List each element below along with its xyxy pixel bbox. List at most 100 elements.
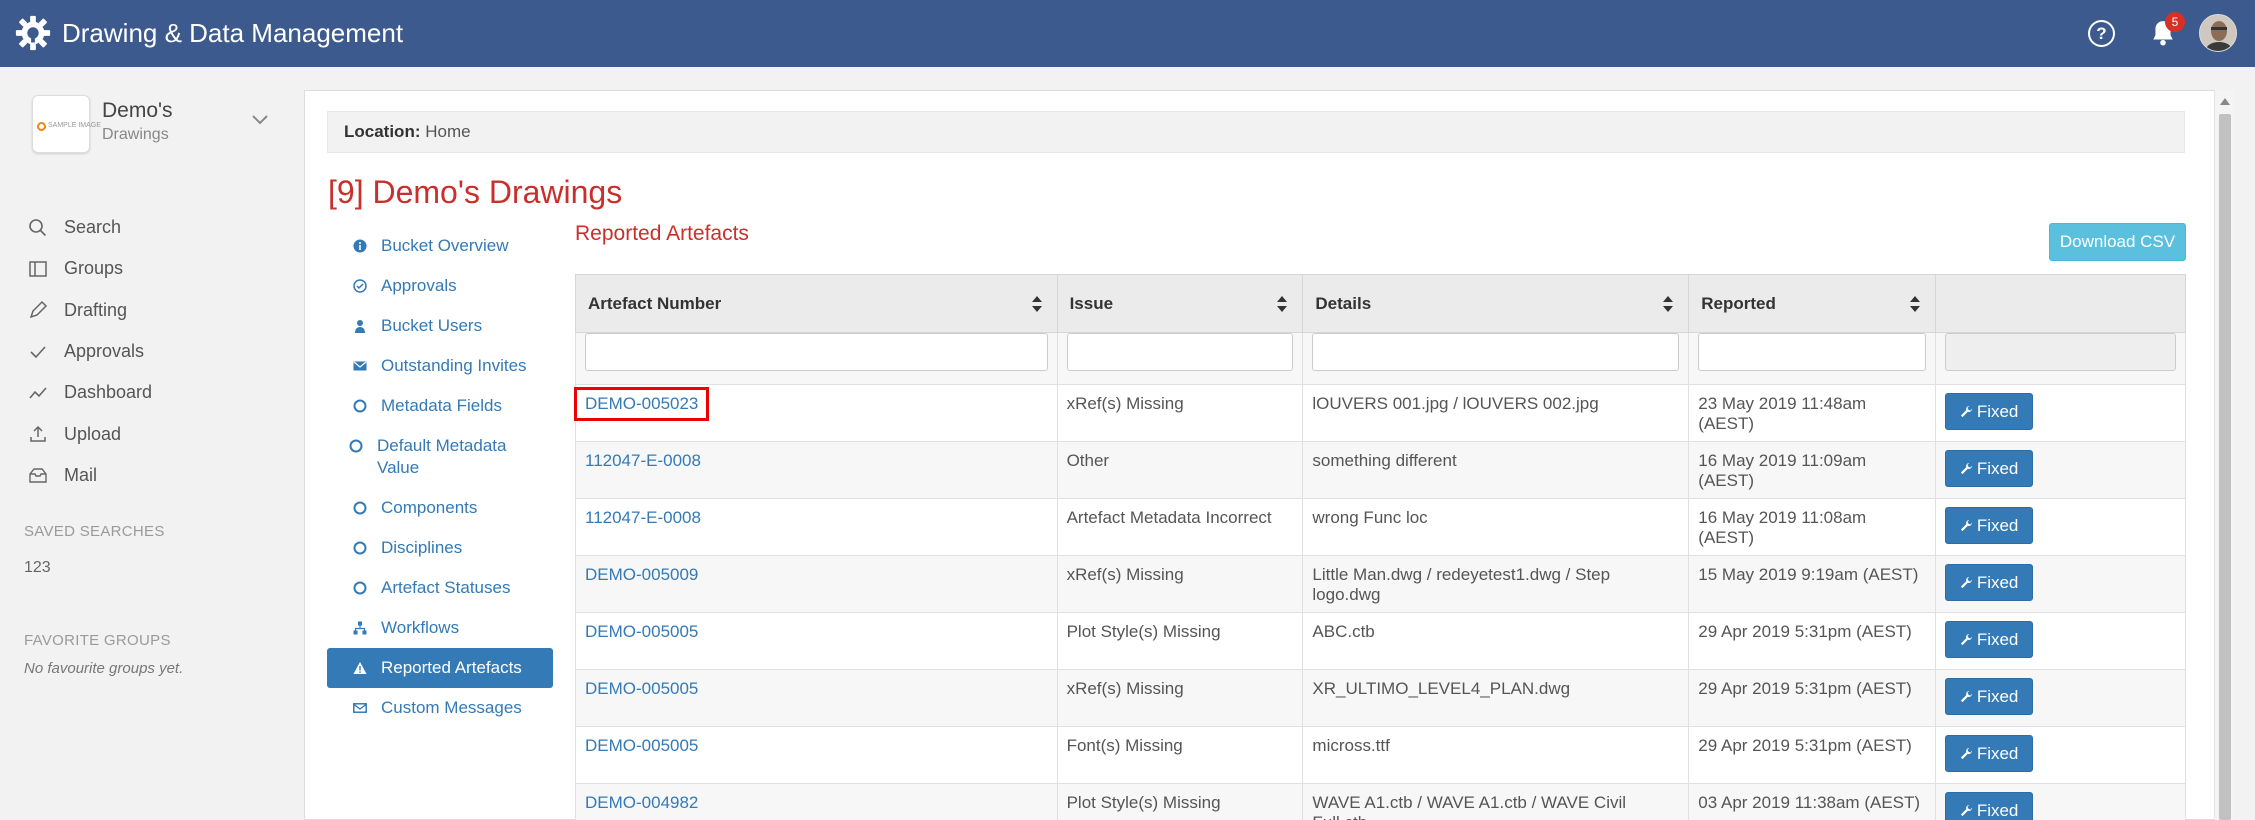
subnav-label: Custom Messages [381, 698, 522, 717]
fixed-button-label: Fixed [1976, 743, 2019, 763]
filter-artefact-number-input[interactable] [585, 333, 1048, 371]
subnav-bucket-overview[interactable]: Bucket Overview [327, 226, 553, 266]
fixed-button[interactable]: Fixed [1945, 564, 2034, 601]
subnav-bucket-users[interactable]: Bucket Users [327, 306, 553, 346]
issue-cell: xRef(s) Missing [1066, 565, 1184, 584]
location-label: Location: [344, 122, 421, 141]
avatar[interactable] [2199, 14, 2237, 52]
nav-upload[interactable]: Upload [28, 413, 152, 454]
bucket-subtitle: Drawings [102, 126, 169, 143]
subnav-reported-artefacts[interactable]: Reported Artefacts [327, 648, 553, 688]
reported-cell: 16 May 2019 11:09am (AEST) [1698, 451, 1867, 490]
reported-cell: 29 Apr 2019 5:31pm (AEST) [1698, 679, 1912, 698]
subnav-custom-messages[interactable]: Custom Messages [327, 688, 553, 728]
info-icon [353, 239, 367, 253]
main-nav: Search Groups Drafting Approvals Dashboa… [28, 207, 152, 496]
circle-icon [353, 581, 367, 595]
subnav-default-metadata-value[interactable]: Default Metadata Value [327, 426, 553, 488]
wrench-icon [1960, 633, 1972, 646]
subnav-approvals[interactable]: Approvals [327, 266, 553, 306]
filter-reported-input[interactable] [1698, 333, 1927, 371]
details-cell: ABC.ctb [1312, 622, 1375, 641]
help-icon[interactable]: ? [2088, 20, 2115, 47]
fixed-button[interactable]: Fixed [1945, 450, 2034, 487]
column-header-label: Reported [1701, 293, 1776, 313]
artefact-number-link[interactable]: DEMO-004982 [585, 793, 698, 812]
gear-logo-icon [15, 15, 51, 51]
table-row: 112047-E-0008 Artefact Metadata Incorrect… [575, 498, 2186, 556]
issue-cell: Plot Style(s) Missing [1066, 622, 1221, 641]
table-row: DEMO-005023 xRef(s) Missing lOUVERS 001.jp… [573, 384, 2186, 442]
fixed-button-label: Fixed [1976, 401, 2019, 421]
column-header-artefact-number[interactable]: Artefact Number [575, 274, 1058, 333]
chart-icon [29, 387, 47, 399]
sort-icon [1277, 296, 1288, 312]
filter-issue-input[interactable] [1066, 333, 1294, 371]
scroll-thumb[interactable] [2219, 114, 2231, 820]
wrench-icon [1960, 519, 1972, 532]
mail-icon [29, 468, 47, 484]
subnav-artefact-statuses[interactable]: Artefact Statuses [327, 568, 553, 608]
wrench-icon [1960, 804, 1972, 817]
scroll-up-arrow[interactable] [2220, 98, 2230, 105]
fixed-button[interactable]: Fixed [1945, 792, 2034, 820]
artefact-number-link[interactable]: 112047-E-0008 [585, 451, 701, 470]
issue-cell: Artefact Metadata Incorrect [1066, 508, 1272, 527]
artefact-number-link[interactable]: DEMO-005005 [585, 679, 698, 698]
scrollbar[interactable] [2214, 90, 2234, 820]
nav-upload-label: Upload [64, 423, 122, 444]
nav-dashboard[interactable]: Dashboard [28, 372, 152, 413]
download-csv-button[interactable]: Download CSV [2049, 223, 2186, 261]
subnav-label: Reported Artefacts [381, 658, 522, 677]
subnav-outstanding-invites[interactable]: Outstanding Invites [327, 346, 553, 386]
column-header-label: Issue [1069, 293, 1114, 313]
details-cell: XR_ULTIMO_LEVEL4_PLAN.dwg [1312, 679, 1571, 698]
subnav-label: Approvals [381, 276, 457, 295]
fixed-button[interactable]: Fixed [1945, 393, 2034, 430]
artefact-number-link[interactable]: DEMO-005005 [585, 736, 698, 755]
wrench-icon [1960, 747, 1972, 760]
subnav-workflows[interactable]: Workflows [327, 608, 553, 648]
fixed-button[interactable]: Fixed [1945, 507, 2034, 544]
wrench-icon [1960, 462, 1972, 475]
nav-mail[interactable]: Mail [28, 455, 152, 496]
subnav-disciplines[interactable]: Disciplines [327, 528, 553, 568]
fixed-button[interactable]: Fixed [1945, 735, 2034, 772]
artefact-number-link[interactable]: 112047-E-0008 [585, 508, 701, 527]
bucket-logo: SAMPLE IMAGE [32, 95, 101, 153]
column-header-issue[interactable]: Issue [1056, 274, 1304, 333]
column-header-reported[interactable]: Reported [1688, 274, 1937, 333]
subnav-label: Outstanding Invites [381, 356, 527, 375]
reported-cell: 23 May 2019 11:48am (AEST) [1698, 394, 1867, 433]
nav-approvals[interactable]: Approvals [28, 331, 152, 372]
fixed-button[interactable]: Fixed [1945, 678, 2034, 715]
fixed-button-label: Fixed [1976, 515, 2019, 535]
favorite-groups-empty: No favourite groups yet. [24, 660, 184, 677]
column-header-details[interactable]: Details [1302, 274, 1690, 333]
nav-drafting[interactable]: Drafting [28, 290, 152, 331]
app-title: Drawing & Data Management [62, 18, 404, 48]
artefact-number-link[interactable]: DEMO-005005 [585, 622, 698, 641]
nav-search-label: Search [64, 217, 122, 238]
saved-search-item[interactable]: 123 [24, 559, 51, 577]
fixed-button-label: Fixed [1976, 629, 2019, 649]
artefact-number-link[interactable]: DEMO-005023 [573, 387, 710, 421]
check-circle-icon [353, 279, 367, 293]
saved-searches-heading: SAVED SEARCHES [24, 523, 165, 540]
issue-cell: xRef(s) Missing [1066, 394, 1184, 413]
subnav-metadata-fields[interactable]: Metadata Fields [327, 386, 553, 426]
details-cell: micross.ttf [1312, 736, 1390, 755]
subnav-label: Metadata Fields [381, 396, 502, 415]
sort-icon [1910, 296, 1921, 312]
column-header-label: Artefact Number [588, 293, 722, 313]
nav-search[interactable]: Search [28, 207, 152, 248]
subnav-components[interactable]: Components [327, 488, 553, 528]
issue-cell: xRef(s) Missing [1066, 679, 1184, 698]
fixed-button[interactable]: Fixed [1945, 621, 2034, 658]
chevron-down-icon[interactable] [250, 109, 270, 129]
bucket-selector[interactable]: SAMPLE IMAGE Demo's Drawings [32, 95, 282, 155]
reported-cell: 29 Apr 2019 5:31pm (AEST) [1698, 622, 1912, 641]
artefact-number-link[interactable]: DEMO-005009 [585, 565, 698, 584]
filter-details-input[interactable] [1312, 333, 1680, 371]
nav-groups[interactable]: Groups [28, 248, 152, 289]
